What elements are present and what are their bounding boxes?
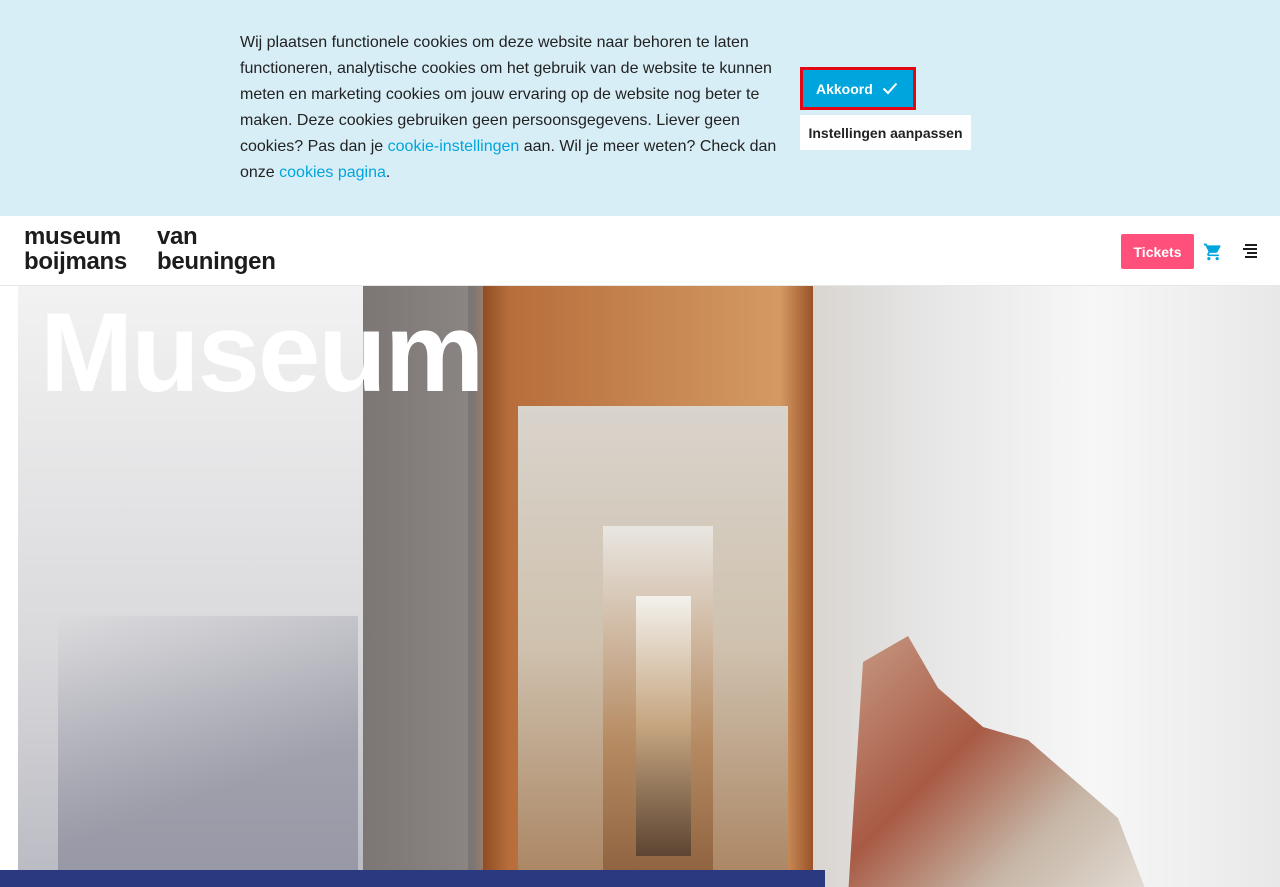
checkmark-icon: [882, 82, 898, 95]
hero-image: Museum: [18, 286, 1280, 887]
site-header: museum boijmans van beuningen Tickets: [0, 216, 1280, 286]
cookie-message: Wij plaatsen functionele cookies om deze…: [240, 30, 785, 186]
cookie-settings-link[interactable]: cookie-instellingen: [388, 138, 520, 155]
logo-column-1: museum boijmans: [24, 224, 127, 274]
cart-icon[interactable]: [1203, 242, 1223, 267]
menu-icon[interactable]: [1243, 243, 1259, 264]
cookie-banner: Wij plaatsen functionele cookies om deze…: [0, 0, 1280, 216]
logo-text-museum: museum: [24, 223, 121, 250]
cookie-message-end: .: [385, 164, 391, 181]
logo-column-2: van beuningen: [157, 224, 276, 274]
cookies-page-link[interactable]: cookies pagina: [279, 164, 386, 181]
logo-text-boijmans: boijmans: [24, 248, 127, 275]
tickets-button[interactable]: Tickets: [1121, 234, 1194, 269]
hero-title: Museum: [40, 290, 484, 415]
museum-logo[interactable]: museum boijmans van beuningen: [24, 224, 276, 274]
cookie-settings-button[interactable]: Instellingen aanpassen: [800, 115, 971, 150]
cookie-message-text: Wij plaatsen functionele cookies om deze…: [240, 34, 772, 155]
logo-text-beuningen: beuningen: [156, 248, 276, 275]
accept-cookies-button[interactable]: Akkoord: [800, 67, 916, 110]
hero-doorway-3: [636, 596, 691, 856]
accept-button-label: Akkoord: [816, 80, 873, 97]
logo-text-van: van: [156, 223, 198, 250]
content-bar: [0, 870, 825, 887]
hero-shadow: [58, 616, 358, 887]
